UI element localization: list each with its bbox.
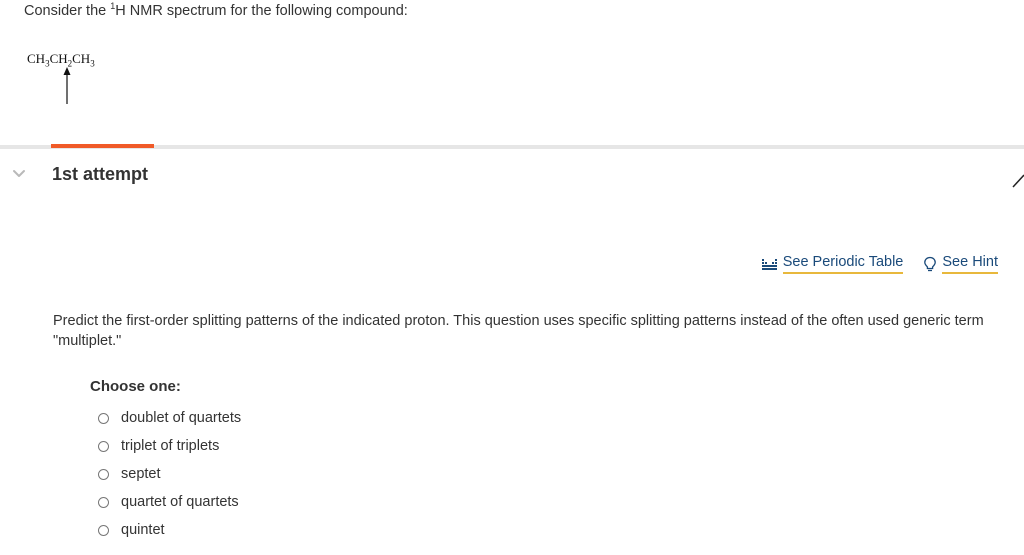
option-label: doublet of quartets [121,410,242,426]
see-periodic-table-label: See Periodic Table [782,254,904,274]
edge-line [1012,174,1024,188]
see-periodic-table-link[interactable]: See Periodic Table [761,254,904,274]
option-quintet[interactable]: quintet [98,516,241,544]
radio-button[interactable] [98,440,109,452]
see-hint-link[interactable]: See Hint [923,254,998,274]
active-attempt-indicator [51,144,154,148]
lightbulb-icon [923,256,937,272]
radio-button[interactable] [98,468,109,480]
option-label: quartet of quartets [121,494,239,510]
question-prefix: Consider the [24,2,111,19]
question-prompt: Predict the first-order splitting patter… [53,313,984,349]
periodic-table-icon [761,257,778,271]
question-tools: See Periodic Table See Hint [761,254,998,274]
option-quartet-of-quartets[interactable]: quartet of quartets [98,488,241,516]
attempt-title: 1st attempt [52,164,149,184]
option-label: triplet of triplets [121,438,220,454]
chevron-down-icon[interactable] [12,169,26,179]
indicated-proton-arrow [63,67,71,104]
option-label: septet [121,466,161,482]
option-triplet-of-triplets[interactable]: triplet of triplets [98,432,241,460]
option-doublet-of-quartets[interactable]: doublet of quartets [98,404,241,432]
see-hint-label: See Hint [942,254,998,274]
radio-button[interactable] [98,524,109,536]
answer-options: doublet of quartets triplet of triplets … [98,404,241,544]
radio-button[interactable] [98,496,109,508]
question-header: Consider the 1H NMR spectrum for the fol… [24,1,408,19]
option-label: quintet [121,522,165,538]
radio-button[interactable] [98,412,109,424]
option-septet[interactable]: septet [98,460,241,488]
choose-one-label: Choose one: [90,378,181,395]
question-suffix: H NMR spectrum for the following compoun… [115,2,408,19]
